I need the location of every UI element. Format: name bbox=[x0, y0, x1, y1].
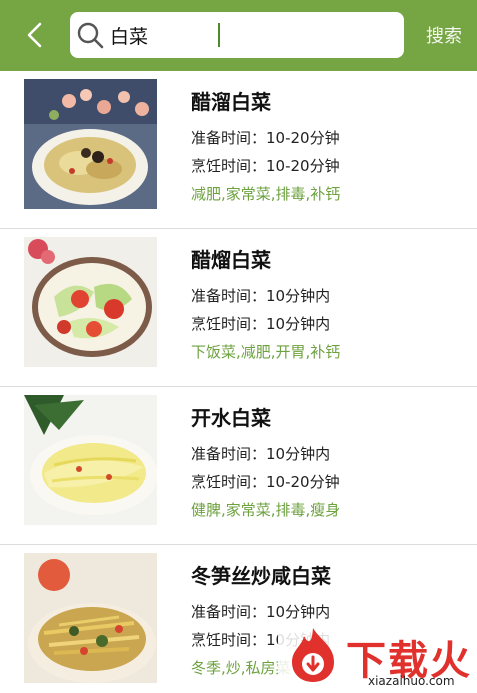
recipe-tags: 减肥,家常菜,排毒,补钙 bbox=[191, 185, 341, 203]
recipe-title: 开水白菜 bbox=[191, 406, 271, 430]
recipe-photo bbox=[24, 395, 157, 525]
flame-logo-icon bbox=[292, 628, 334, 682]
recipe-tags: 健脾,家常菜,排毒,瘦身 bbox=[191, 501, 341, 519]
recipe-list[interactable]: 醋溜白菜 准备时间：10-20分钟 烹饪时间：10-20分钟 减肥,家常菜,排毒… bbox=[0, 71, 477, 693]
recipe-item[interactable]: 醋溜白菜 准备时间：10-20分钟 烹饪时间：10-20分钟 减肥,家常菜,排毒… bbox=[0, 71, 477, 229]
recipe-title: 冬笋丝炒咸白菜 bbox=[191, 564, 331, 588]
recipe-tags: 冬季,炒,私房菜 bbox=[191, 659, 291, 677]
cook-time: 烹饪时间：10-20分钟 bbox=[191, 473, 340, 491]
prep-time: 准备时间：10-20分钟 bbox=[191, 129, 340, 147]
search-icon bbox=[77, 22, 104, 49]
prep-time: 准备时间：10分钟内 bbox=[191, 287, 331, 305]
recipe-photo bbox=[24, 237, 157, 367]
back-button[interactable] bbox=[18, 18, 52, 52]
recipe-photo bbox=[24, 553, 157, 683]
text-caret bbox=[218, 23, 220, 47]
watermark: 下载火 xiazaihuo.com bbox=[278, 622, 477, 693]
top-bar: 搜索 bbox=[0, 0, 477, 71]
search-input[interactable] bbox=[110, 18, 390, 52]
prep-time: 准备时间：10分钟内 bbox=[191, 603, 331, 621]
prep-time: 准备时间：10分钟内 bbox=[191, 445, 331, 463]
recipe-item[interactable]: 开水白菜 准备时间：10分钟内 烹饪时间：10-20分钟 健脾,家常菜,排毒,瘦… bbox=[0, 387, 477, 545]
recipe-title: 醋溜白菜 bbox=[191, 90, 271, 114]
recipe-title: 醋熘白菜 bbox=[191, 248, 271, 272]
search-button[interactable]: 搜索 bbox=[416, 20, 472, 50]
recipe-item[interactable]: 醋熘白菜 准备时间：10分钟内 烹饪时间：10分钟内 下饭菜,减肥,开胃,补钙 bbox=[0, 229, 477, 387]
search-box[interactable] bbox=[70, 12, 404, 58]
watermark-url: xiazaihuo.com bbox=[368, 674, 455, 688]
recipe-tags: 下饭菜,减肥,开胃,补钙 bbox=[191, 343, 341, 361]
recipe-photo bbox=[24, 79, 157, 209]
cook-time: 烹饪时间：10-20分钟 bbox=[191, 157, 340, 175]
chevron-left-icon bbox=[27, 22, 42, 48]
cook-time: 烹饪时间：10分钟内 bbox=[191, 315, 331, 333]
